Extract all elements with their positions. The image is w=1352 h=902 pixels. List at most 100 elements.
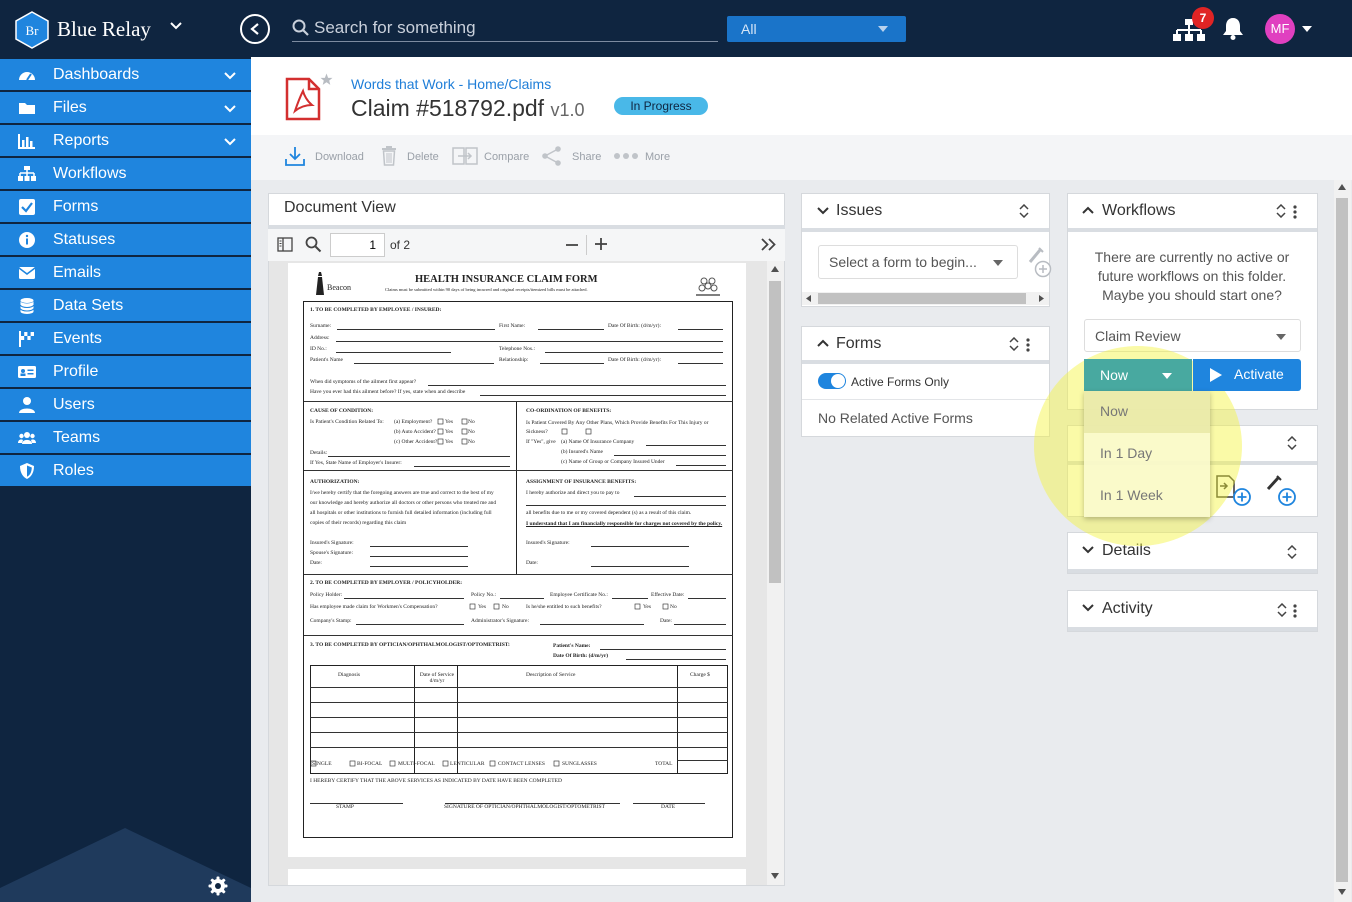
sidebar-item-label: Reports <box>53 132 110 149</box>
caret-down-icon <box>878 26 888 32</box>
search-scope-select[interactable]: All <box>727 16 906 42</box>
add-signature-icon[interactable] <box>1264 473 1300 509</box>
page-number-input[interactable] <box>330 233 385 257</box>
svg-text:Br: Br <box>26 23 40 38</box>
activate-button[interactable]: Activate <box>1193 359 1301 391</box>
scrollbar-thumb[interactable] <box>769 281 781 583</box>
issues-horizontal-scrollbar[interactable] <box>802 292 1049 305</box>
sidebar-item-forms[interactable]: Forms <box>0 191 251 223</box>
sidebar-toggle-icon[interactable] <box>277 237 293 252</box>
zoom-out-icon[interactable] <box>565 238 579 252</box>
timing-option-1-week[interactable]: In 1 Week <box>1084 475 1210 517</box>
sort-icon[interactable] <box>1018 204 1030 218</box>
sidebar-item-teams[interactable]: Teams <box>0 422 251 454</box>
document-viewport[interactable]: Beacon HEALTH INSURANCE CLAIM FORM Claim… <box>269 261 767 885</box>
double-chevron-right-icon[interactable] <box>761 238 776 251</box>
workflows-empty-message: There are currently no active or future … <box>1094 249 1290 303</box>
issues-form-select[interactable]: Select a form to begin... <box>818 245 1018 279</box>
blue-relay-logo[interactable]: Br <box>15 11 49 49</box>
scroll-up-icon[interactable] <box>1338 184 1346 190</box>
sidebar-item-data-sets[interactable]: Data Sets <box>0 290 251 322</box>
folder-icon <box>19 103 35 114</box>
delete-button[interactable]: Delete <box>381 145 443 169</box>
zoom-in-icon[interactable] <box>594 237 608 251</box>
scroll-left-icon[interactable] <box>806 295 811 302</box>
more-button[interactable]: More <box>613 145 675 169</box>
chevron-down-icon[interactable] <box>817 207 829 215</box>
scroll-up-icon[interactable] <box>771 266 779 272</box>
forms-title[interactable]: Forms <box>836 335 881 353</box>
pdf-file-icon <box>285 77 321 121</box>
timing-option-1-day[interactable]: In 1 Day <box>1084 433 1210 475</box>
pdf-page-2 <box>288 869 746 885</box>
search-input[interactable] <box>292 14 718 42</box>
sidebar-item-reports[interactable]: Reports <box>0 125 251 157</box>
chevron-down-icon[interactable] <box>1082 604 1094 612</box>
sidebar-item-dashboards[interactable]: Dashboards <box>0 59 251 91</box>
star-icon[interactable] <box>320 73 333 86</box>
divider <box>802 399 1049 400</box>
sort-icon[interactable] <box>1008 337 1020 351</box>
scroll-down-icon[interactable] <box>1338 889 1346 895</box>
chevron-down-icon <box>224 72 236 80</box>
sidebar-item-users[interactable]: Users <box>0 389 251 421</box>
workflows-title[interactable]: Workflows <box>1102 202 1176 220</box>
kebab-menu-icon[interactable] <box>1293 205 1297 219</box>
sidebar-item-roles[interactable]: Roles <box>0 455 251 487</box>
share-button[interactable]: Share <box>541 145 601 169</box>
user-icon <box>19 397 35 413</box>
scroll-down-icon[interactable] <box>771 873 779 879</box>
chevron-up-icon[interactable] <box>1082 206 1094 214</box>
more-label: More <box>645 151 671 163</box>
kebab-menu-icon[interactable] <box>1293 604 1297 618</box>
sidebar-item-label: Users <box>53 396 95 413</box>
sidebar-item-emails[interactable]: Emails <box>0 257 251 289</box>
toolbar-separator <box>586 235 587 255</box>
document-scrollbar[interactable] <box>767 261 784 885</box>
user-avatar[interactable]: MF <box>1265 14 1295 44</box>
notification-badge[interactable]: 7 <box>1192 7 1214 29</box>
sort-icon[interactable] <box>1276 603 1288 617</box>
breadcrumb[interactable]: Words that Work - Home/Claims <box>351 76 551 92</box>
brand-name[interactable]: Blue Relay <box>57 17 151 42</box>
sidebar-item-profile[interactable]: Profile <box>0 356 251 388</box>
issues-title[interactable]: Issues <box>836 202 882 220</box>
kebab-menu-icon[interactable] <box>1026 338 1030 352</box>
gear-icon[interactable] <box>208 876 228 896</box>
download-button[interactable]: Download <box>284 145 364 169</box>
sort-icon[interactable] <box>1286 436 1298 450</box>
collapse-sidebar-button[interactable] <box>240 14 270 44</box>
sort-icon[interactable] <box>1275 204 1287 218</box>
sort-icon[interactable] <box>1286 545 1298 559</box>
scrollbar-thumb[interactable] <box>1336 198 1348 882</box>
scroll-right-icon[interactable] <box>1039 295 1044 302</box>
activity-title[interactable]: Activity <box>1102 600 1153 618</box>
search-icon[interactable] <box>305 236 322 253</box>
compare-button[interactable]: Compare <box>452 145 532 169</box>
chevron-up-icon[interactable] <box>817 339 829 347</box>
sidebar-item-statuses[interactable]: Statuses <box>0 224 251 256</box>
chevron-down-icon[interactable] <box>170 22 182 30</box>
chevron-down-icon[interactable] <box>1082 546 1094 554</box>
status-badge[interactable]: In Progress <box>614 97 708 115</box>
add-issue-icon[interactable] <box>1026 246 1052 278</box>
timing-option-now[interactable]: Now <box>1084 391 1210 433</box>
play-icon <box>1210 368 1222 382</box>
workflow-select-value: Claim Review <box>1095 328 1181 344</box>
action-toolbar: Download Delete Compare Share More <box>251 135 1352 180</box>
caret-down-icon <box>1276 334 1286 340</box>
active-forms-toggle[interactable] <box>818 373 846 389</box>
bell-icon[interactable] <box>1222 16 1244 40</box>
workflow-timing-button[interactable]: Now <box>1084 359 1192 391</box>
sidebar-item-label: Events <box>53 330 102 347</box>
sidebar-item-files[interactable]: Files <box>0 92 251 124</box>
page-scrollbar[interactable] <box>1334 180 1351 902</box>
sidebar: Dashboards Files Reports Workflows Forms… <box>0 57 251 902</box>
panel-divider <box>1068 627 1317 631</box>
sidebar-item-events[interactable]: Events <box>0 323 251 355</box>
sidebar-item-label: Workflows <box>53 165 127 182</box>
caret-down-icon[interactable] <box>1302 26 1312 32</box>
sidebar-item-workflows[interactable]: Workflows <box>0 158 251 190</box>
scrollbar-thumb[interactable] <box>818 293 1026 304</box>
chevron-down-icon <box>224 105 236 113</box>
